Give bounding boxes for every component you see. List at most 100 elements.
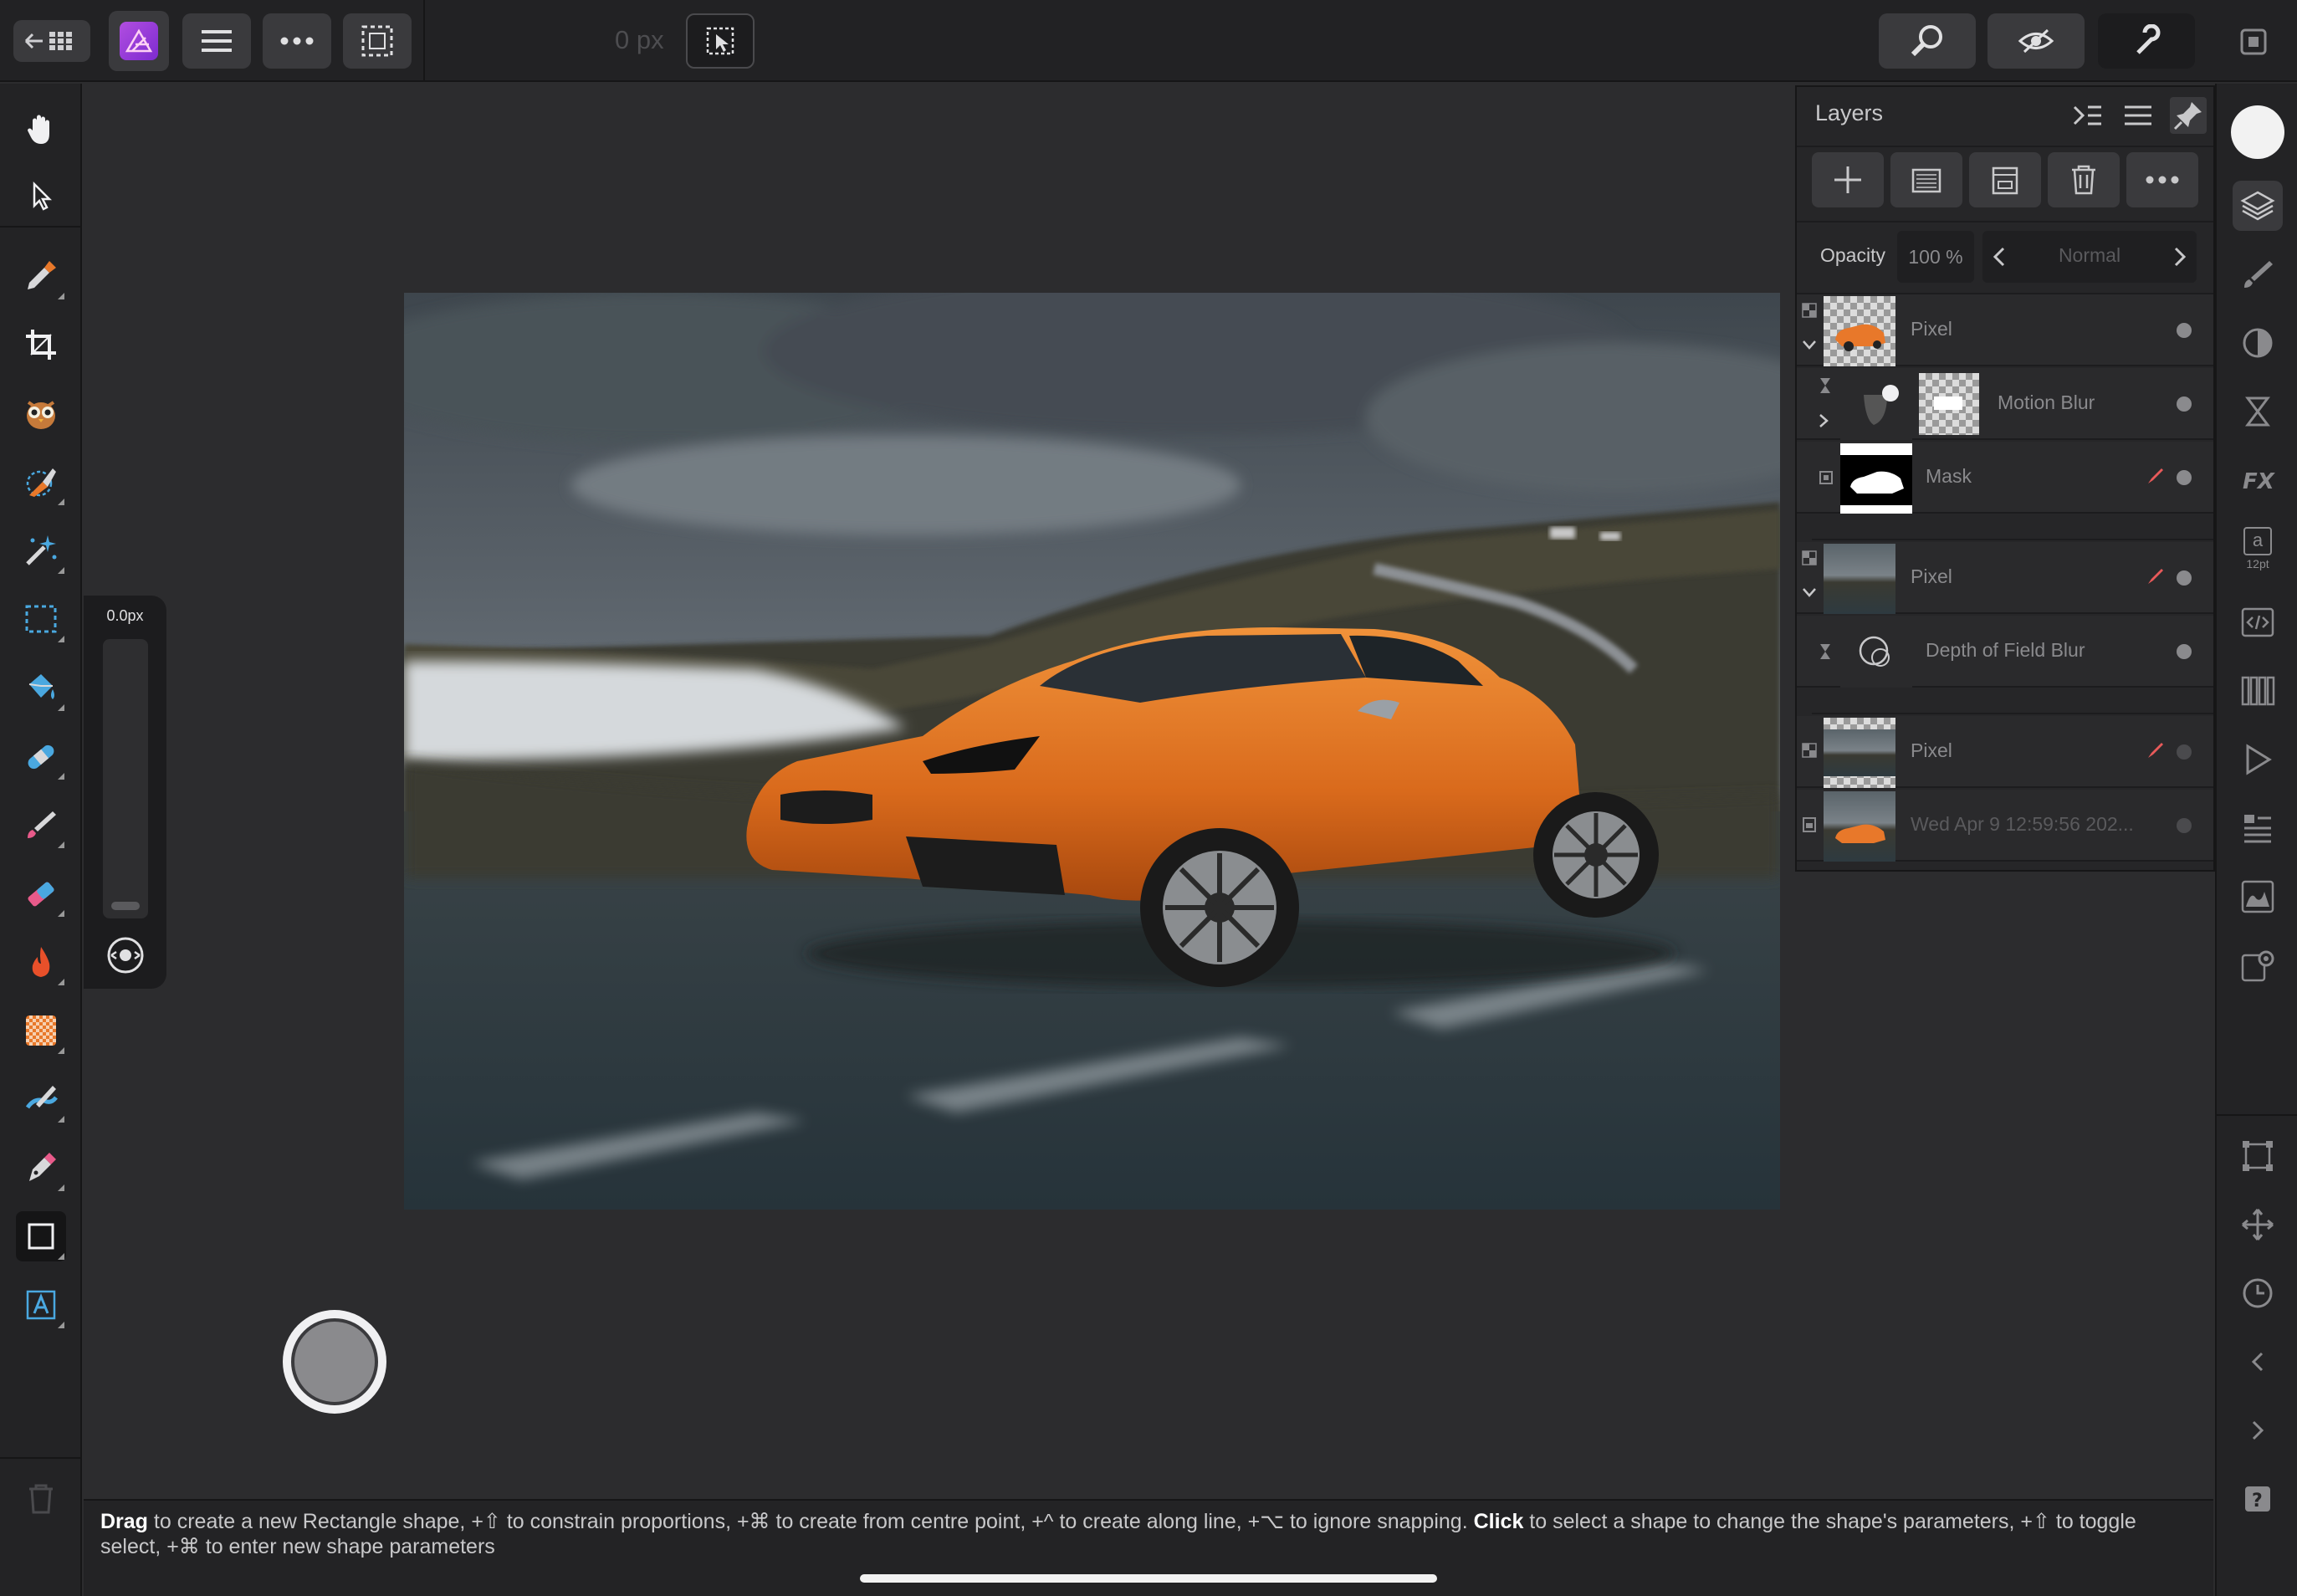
snapping-button[interactable] [2098,13,2195,69]
help-button[interactable]: ? [2233,1474,2283,1524]
layers-more-button[interactable] [2126,152,2198,207]
text-tool[interactable] [16,1280,66,1330]
layer-row-pixel-bg[interactable]: Pixel [1797,542,2213,614]
layer-row-mask[interactable]: Mask [1797,442,2213,514]
color-swatch[interactable] [2231,105,2284,159]
hand-tool-icon [28,115,49,144]
brushes-button[interactable] [2233,249,2283,299]
chevron-down-icon[interactable] [1802,340,1817,351]
crop-tool[interactable] [16,320,66,370]
layer-visibility-dot[interactable] [2177,744,2192,760]
layer-name: Depth of Field Blur [1926,639,2085,661]
magic-wand-tool[interactable] [16,525,66,575]
more-button[interactable] [263,13,331,69]
text-styles-button[interactable]: a 12pt [2233,524,2283,574]
flood-fill-tool[interactable] [16,662,66,713]
layers-pin-button[interactable] [2170,97,2207,134]
document-image[interactable] [404,293,1780,1210]
mask-icon [1819,471,1833,484]
divider [1797,146,2213,147]
top-toolbar: 0 px [0,0,2297,82]
settings-button[interactable] [2233,940,2283,990]
trash-button[interactable] [16,1474,66,1524]
histogram-button[interactable] [2233,872,2283,922]
magic-wand-icon [26,535,57,565]
layer-visibility-dot[interactable] [2177,396,2192,412]
opacity-field[interactable]: 100 % [1897,231,1974,283]
filters-button[interactable] [2233,386,2283,437]
move-tool[interactable] [16,171,66,221]
hand-tool[interactable] [16,104,66,154]
group-button[interactable] [1969,152,2041,207]
menu-button[interactable] [182,13,251,69]
window-button[interactable] [2235,23,2272,60]
size-slider-thumb[interactable] [111,902,140,910]
navigator-button[interactable] [2233,803,2283,853]
selection-brush-tool[interactable] [16,457,66,507]
text-styles-icon: a [2243,527,2272,555]
depth-of-field-icon [1859,636,1890,667]
layer-row-pixel-masked[interactable]: Pixel [1797,716,2213,788]
code-button[interactable] [2233,597,2283,647]
selection-button[interactable] [343,13,412,69]
rectangle-marquee-tool[interactable] [16,594,66,644]
layer-row-pixel-car[interactable]: Pixel [1797,294,2213,366]
layers-studio-button[interactable] [2233,181,2283,231]
view-mode-button[interactable] [1987,13,2085,69]
app-persona-button[interactable] [109,11,169,71]
layers-options-button[interactable] [2120,97,2156,134]
chevron-right-icon[interactable] [2173,246,2187,268]
burn-dodge-tool[interactable] [16,937,66,987]
back-grid-button[interactable] [13,20,90,62]
size-slider[interactable] [103,639,148,918]
layer-visibility-dot[interactable] [2177,818,2192,833]
layers-collapse-button[interactable] [2069,97,2106,134]
chevron-down-icon[interactable] [1802,587,1817,599]
color-picker-tool[interactable] [16,251,66,301]
swatches-button[interactable] [2233,666,2283,716]
zoom-button[interactable] [1879,13,1976,69]
size-reset-button[interactable] [105,934,146,976]
pattern-stamp-tool[interactable] [16,1005,66,1056]
smudge-tool[interactable] [16,1074,66,1124]
collapse-left-button[interactable] [2233,1337,2283,1387]
healing-brush-tool[interactable] [16,731,66,781]
blend-mode-selector[interactable]: Normal [1982,231,2197,283]
layer-row-motion-blur[interactable]: Motion Blur [1797,368,2213,440]
eraser-tool[interactable] [16,868,66,918]
chevron-right-icon[interactable] [1819,413,1830,428]
pen-tool[interactable] [16,1143,66,1193]
layer-visibility-dot[interactable] [2177,323,2192,338]
zoom-icon [1911,25,1942,57]
paint-brush-tool[interactable] [16,800,66,850]
home-indicator[interactable] [860,1574,1437,1583]
layer-visibility-dot[interactable] [2177,570,2192,586]
fx-button[interactable]: FX [2233,455,2283,505]
layer-visibility-dot[interactable] [2177,470,2192,485]
color-picker-icon [28,261,56,289]
layer-row-background-image[interactable]: Wed Apr 9 12:59:56 202... [1797,790,2213,862]
history-button[interactable] [2233,1268,2283,1318]
layer-visibility-dot[interactable] [2177,644,2192,659]
rectangle-tool[interactable] [16,1211,66,1261]
macro-play-button[interactable] [2233,734,2283,785]
chevron-left-icon[interactable] [1993,246,2006,268]
brushes-icon [2244,261,2273,288]
transform-select-button[interactable] [686,13,755,69]
quick-menu-button[interactable] [283,1310,386,1414]
collapse-right-button[interactable] [2233,1405,2283,1455]
add-layer-button[interactable] [1812,152,1884,207]
burn-dodge-icon [32,947,50,977]
delete-layer-button[interactable] [2048,152,2120,207]
move-studio-button[interactable] [2233,1200,2283,1250]
layer-row-depth-of-field-blur[interactable]: Depth of Field Blur [1797,616,2213,688]
move-tool-icon [33,181,53,211]
filter-hourglass-icon [1820,378,1830,393]
adjustments-button[interactable] [2233,318,2283,368]
transform-button[interactable] [2233,1131,2283,1181]
snapping-icon [2136,24,2161,54]
refine-selection-tool[interactable] [16,388,66,438]
transform-select-icon [706,27,734,55]
add-mask-button[interactable] [1890,152,1962,207]
delete-layer-icon [2072,165,2095,195]
